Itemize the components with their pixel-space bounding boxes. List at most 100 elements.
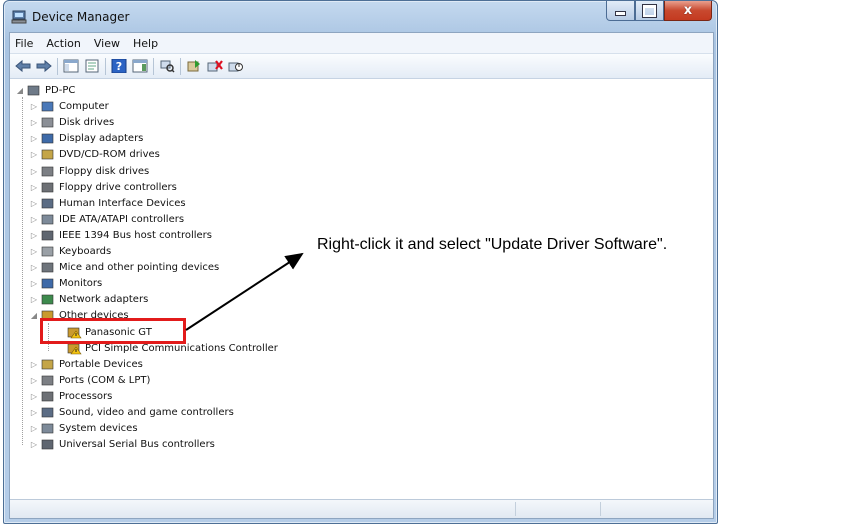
device-category-icon: [41, 166, 54, 176]
expand-arrow-icon[interactable]: ▷: [30, 134, 38, 143]
tree-item-processors[interactable]: ▷ Processors: [30, 389, 112, 404]
window-title: Device Manager: [32, 10, 130, 24]
toolbar-separator: [57, 57, 58, 75]
tree-item-floppy-drive-controllers[interactable]: ▷ Floppy drive controllers: [30, 180, 177, 195]
expand-arrow-icon[interactable]: ▷: [30, 215, 38, 224]
tree-item-floppy-disk-drives[interactable]: ▷ Floppy disk drives: [30, 164, 149, 179]
toolbar-separator: [105, 57, 106, 75]
expand-arrow-icon[interactable]: ▷: [30, 247, 38, 256]
tree-item-disk-drives[interactable]: ▷ Disk drives: [30, 115, 114, 130]
tree-item-computer-label: Computer: [59, 101, 109, 113]
tree-item-ports-com-lpt[interactable]: ▷ Ports (COM & LPT): [30, 373, 150, 388]
expand-arrow-icon[interactable]: ▷: [30, 440, 38, 449]
close-button[interactable]: x: [664, 1, 712, 21]
tree-item-pci-simple-communications-controller-label: PCI Simple Communications Controller: [85, 342, 278, 354]
properties-button[interactable]: [83, 57, 101, 75]
tree-item-human-interface-devices[interactable]: ▷ Human Interface Devices: [30, 196, 186, 211]
device-manager-icon: [11, 10, 27, 24]
tree-item-monitors-label: Monitors: [59, 278, 103, 290]
expand-arrow-icon[interactable]: ▷: [30, 279, 38, 288]
collapse-arrow-icon[interactable]: ◢: [30, 311, 38, 320]
tree-item-sound-video-and-game-controllers[interactable]: ▷ Sound, video and game controllers: [30, 405, 234, 420]
disable-button[interactable]: [227, 57, 245, 75]
device-category-icon: [27, 85, 40, 96]
back-button[interactable]: [14, 57, 32, 75]
scan-hardware-icon: [160, 60, 175, 73]
device-category-icon: [41, 294, 54, 305]
console-tree-button[interactable]: [62, 57, 80, 75]
expand-arrow-icon[interactable]: ▷: [30, 199, 38, 208]
tree-item-keyboards[interactable]: ▷ Keyboards: [30, 244, 111, 259]
expand-arrow-icon[interactable]: ▷: [30, 231, 38, 240]
device-category-icon: [41, 182, 54, 192]
tree-item-mice-and-other-pointing-devices[interactable]: ▷ Mice and other pointing devices: [30, 260, 219, 275]
tree-item-system-devices[interactable]: ▷ System devices: [30, 421, 138, 436]
expand-arrow-icon[interactable]: ▷: [30, 408, 38, 417]
expand-arrow-icon[interactable]: ▷: [30, 424, 38, 433]
status-bar: [10, 499, 713, 518]
tree-item-network-adapters-label: Network adapters: [59, 294, 149, 306]
device-category-icon: [41, 101, 54, 112]
device-category-icon: [41, 391, 54, 402]
tree-item-display-adapters[interactable]: ▷ Display adapters: [30, 131, 143, 146]
tree-item-ieee-1394-bus-host-controllers-label: IEEE 1394 Bus host controllers: [59, 229, 212, 241]
tree-item-monitors[interactable]: ▷ Monitors: [30, 276, 102, 291]
tree-item-ide-ata-atapi-controllers[interactable]: ▷ IDE ATA/ATAPI controllers: [30, 212, 184, 227]
maximize-button[interactable]: [635, 1, 664, 21]
tree-item-universal-serial-bus-controllers[interactable]: ▷ Universal Serial Bus controllers: [30, 437, 215, 452]
tree-item-universal-serial-bus-controllers-label: Universal Serial Bus controllers: [59, 439, 215, 451]
expand-arrow-icon[interactable]: ▷: [30, 167, 38, 176]
device-category-icon: [41, 150, 54, 160]
expand-arrow-icon[interactable]: ▷: [30, 102, 38, 111]
forward-button[interactable]: [35, 57, 53, 75]
tree-item-floppy-disk-drives-label: Floppy disk drives: [59, 165, 150, 177]
menu-file[interactable]: File: [10, 37, 41, 50]
tree-item-human-interface-devices-label: Human Interface Devices: [59, 197, 186, 209]
update-driver-button[interactable]: [185, 57, 203, 75]
menu-action[interactable]: Action: [41, 37, 88, 50]
show-hide-console-tree-icon: [63, 59, 79, 73]
title-bar[interactable]: Device Manager x: [4, 1, 717, 31]
expand-arrow-icon[interactable]: ▷: [30, 118, 38, 127]
forward-arrow-icon: [36, 59, 52, 73]
tree-item-portable-devices-label: Portable Devices: [59, 358, 143, 370]
device-manager-window: Device Manager x File Action View Help ?…: [3, 0, 718, 524]
status-bar-divider: [515, 502, 516, 516]
svg-text:?: ?: [116, 60, 122, 73]
device-category-icon: [41, 439, 54, 450]
expand-arrow-icon[interactable]: ▷: [30, 150, 38, 159]
collapse-arrow-icon[interactable]: ◢: [16, 86, 24, 95]
tree-item-system-devices-label: System devices: [59, 423, 138, 435]
expand-arrow-icon[interactable]: ▷: [30, 392, 38, 401]
update-driver-icon: [187, 60, 200, 72]
help-button[interactable]: ?: [110, 57, 128, 75]
tree-item-ide-ata-atapi-controllers-label: IDE ATA/ATAPI controllers: [59, 213, 185, 225]
expand-arrow-icon[interactable]: ▷: [30, 183, 38, 192]
tree-item-dvd-cd-rom-drives[interactable]: ▷ DVD/CD-ROM drives: [30, 147, 160, 162]
device-tree: ◢ PD-PC ▷ Computer ▷ Disk drives ▷ Display adap…: [10, 80, 713, 498]
status-bar-divider: [600, 502, 601, 516]
minimize-button[interactable]: [606, 1, 635, 21]
disable-icon: [228, 62, 243, 72]
callout-text: Right-click it and select "Update Driver…: [317, 236, 668, 253]
tree-item-ieee-1394-bus-host-controllers[interactable]: ▷ IEEE 1394 Bus host controllers: [30, 228, 212, 243]
device-category-icon: [41, 214, 54, 225]
expand-arrow-icon[interactable]: ▷: [30, 376, 38, 385]
tree-item-portable-devices[interactable]: ▷ Portable Devices: [30, 357, 143, 372]
expand-arrow-icon[interactable]: ▷: [30, 263, 38, 272]
menu-view[interactable]: View: [89, 37, 128, 50]
uninstall-button[interactable]: [206, 57, 224, 75]
close-icon: x: [683, 3, 693, 18]
tree-item-computer[interactable]: ▷ Computer: [30, 99, 109, 114]
toolbar-separator: [180, 57, 181, 75]
tree-item-network-adapters[interactable]: ▷ Network adapters: [30, 292, 148, 307]
expand-arrow-icon[interactable]: ▷: [30, 360, 38, 369]
scan-hardware-button[interactable]: [158, 57, 176, 75]
device-category-icon: [41, 133, 54, 144]
back-arrow-icon: [15, 59, 31, 73]
expand-arrow-icon[interactable]: ▷: [30, 295, 38, 304]
menu-help[interactable]: Help: [128, 37, 166, 50]
tree-root-pd-pc[interactable]: ◢ PD-PC: [16, 83, 75, 98]
client-area: File Action View Help ? ◢ PD-PC ▷ Comput…: [9, 32, 714, 519]
action-pane-button[interactable]: [131, 57, 149, 75]
